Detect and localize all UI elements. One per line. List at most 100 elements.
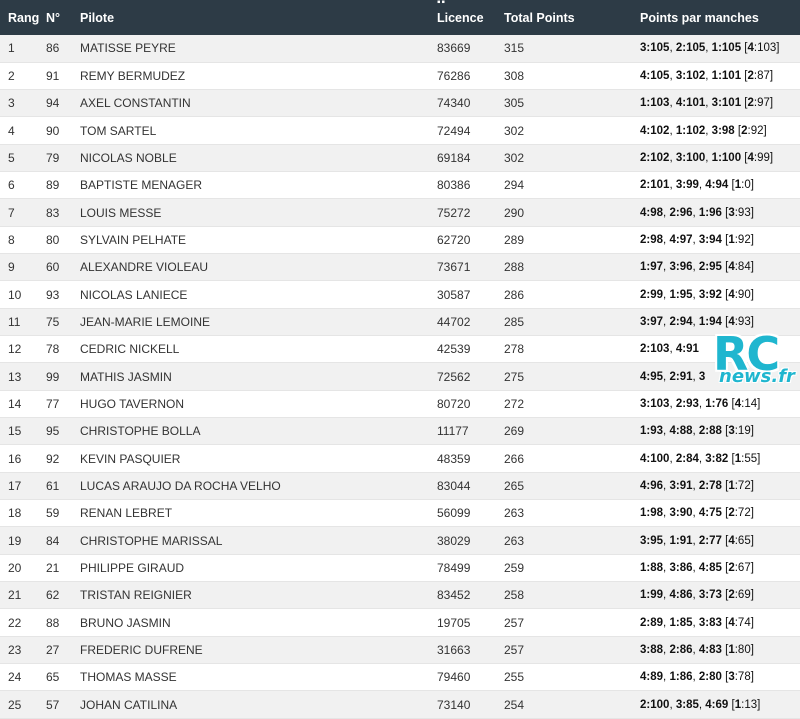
cell-total-points: 288 — [496, 253, 632, 282]
heat-score: 4:91 — [675, 343, 699, 356]
cell-heat-points: 3:105, 2:105, 1:105 [4:103] — [632, 35, 800, 63]
heat-score: 1:88 — [640, 561, 664, 574]
cell-total-points: 285 — [496, 308, 632, 337]
table-row: 3 94 AXEL CONSTANTIN 74340 305 1:103, 4:101, … — [0, 89, 800, 118]
cell-total-points: 257 — [496, 636, 632, 665]
cell-rank: 23 — [0, 636, 38, 665]
heat-score: 2:93 — [675, 397, 699, 410]
cell-heat-points: 4:105, 3:102, 1:101 [2:87] — [632, 62, 800, 91]
cell-rank: 18 — [0, 499, 38, 528]
cell-number: 80 — [38, 226, 72, 255]
cell-license: 56099 — [429, 499, 496, 528]
header-rank[interactable]: Rang — [0, 0, 39, 35]
heat-score: 3:99 — [675, 179, 699, 192]
dropped-heat-score: [1:55] — [728, 452, 761, 465]
heat-score-partial: 3 — [698, 370, 706, 383]
cell-number: 78 — [38, 335, 72, 364]
cell-number: 21 — [38, 554, 72, 583]
dropped-heat-score: [2:69] — [721, 589, 754, 602]
heat-score: 4:100 — [640, 452, 670, 465]
heat-score: 3:98 — [711, 124, 735, 137]
table-row: 25 57 JOHAN CATILINA 73140 254 2:100, 3:85, 4… — [0, 690, 800, 719]
table-row: 11 75 JEAN-MARIE LEMOINE 44702 285 3:97, 2:94… — [0, 308, 800, 337]
cell-number: 95 — [38, 417, 72, 446]
cell-pilot: LOUIS MESSE — [72, 198, 429, 227]
heat-score: 3:92 — [698, 288, 722, 301]
cell-pilot: SYLVAIN PELHATE — [72, 226, 429, 255]
heat-score: 2:99 — [640, 288, 664, 301]
cell-license: 62720 — [429, 226, 496, 255]
heat-score: 3:94 — [698, 233, 722, 246]
cell-total-points: 265 — [496, 472, 632, 501]
header-heat-points[interactable]: Points par manches — [632, 0, 800, 35]
cell-heat-points: 3:97, 2:94, 1:94 [4:93] — [632, 308, 800, 337]
dropped-heat-score: [4:65] — [721, 534, 754, 547]
heat-score: 3:82 — [705, 452, 729, 465]
heat-score: 3:100 — [675, 151, 706, 164]
cell-heat-points: 1:97, 3:96, 2:95 [4:84] — [632, 253, 800, 282]
table-row: 9 60 ALEXANDRE VIOLEAU 73671 288 1:97, 3:96, … — [0, 253, 800, 282]
dropped-heat-score: [4:90] — [721, 288, 754, 301]
table-row: 19 84 CHRISTOPHE MARISSAL 38029 263 3:95, 1:9… — [0, 526, 800, 555]
cell-number: 75 — [38, 308, 72, 337]
heat-score: 4:69 — [705, 698, 729, 711]
cell-rank: 16 — [0, 444, 38, 473]
cell-number: 86 — [38, 35, 72, 63]
cell-license: 73140 — [429, 690, 496, 719]
cell-license: 19705 — [429, 608, 496, 637]
cell-total-points: 272 — [496, 390, 632, 419]
cell-heat-points: 1:98, 3:90, 4:75 [2:72] — [632, 499, 800, 528]
header-pilot[interactable]: Pilote — [72, 0, 429, 35]
cell-heat-points: 3:95, 1:91, 2:77 [4:65] — [632, 526, 800, 555]
cell-number: 79 — [38, 144, 72, 173]
cell-number: 77 — [38, 390, 72, 419]
cell-license: 44702 — [429, 308, 496, 337]
dropped-heat-score: [4:93] — [721, 315, 754, 328]
heat-score: 4:95 — [640, 370, 664, 383]
heat-score: 2:88 — [698, 425, 722, 438]
table-row: 16 92 KEVIN PASQUIER 48359 266 4:100, 2:84, 3… — [0, 444, 800, 473]
cell-pilot: NICOLAS LANIECE — [72, 280, 429, 309]
cell-pilot: CHRISTOPHE BOLLA — [72, 417, 429, 446]
cell-rank: 11 — [0, 308, 38, 337]
table-row: 7 83 LOUIS MESSE 75272 290 4:98, 2:96, 1:96 [… — [0, 198, 800, 227]
header-license[interactable]: ▪▪ Licence — [429, 0, 496, 35]
table-row: 15 95 CHRISTOPHE BOLLA 11177 269 1:93, 4:88, … — [0, 417, 800, 446]
cell-pilot: RENAN LEBRET — [72, 499, 429, 528]
heat-score: 3:86 — [669, 561, 693, 574]
cell-total-points: 286 — [496, 280, 632, 309]
cell-heat-points: 2:101, 3:99, 4:94 [1:0] — [632, 171, 800, 200]
header-license-label: Licence — [437, 10, 484, 25]
heat-score: 2:105 — [675, 42, 706, 55]
cell-pilot: TOM SARTEL — [72, 116, 429, 145]
cell-rank: 10 — [0, 280, 38, 309]
table-row: 22 88 BRUNO JASMIN 19705 257 2:89, 1:85, 3:83… — [0, 608, 800, 637]
heat-score: 1:95 — [669, 288, 693, 301]
dropped-heat-score: [2:92] — [734, 124, 767, 137]
cell-license: 48359 — [429, 444, 496, 473]
cell-license: 78499 — [429, 554, 496, 583]
heat-score: 4:88 — [669, 425, 693, 438]
dropped-heat-score: [1:13] — [728, 698, 761, 711]
cell-pilot: MATHIS JASMIN — [72, 362, 429, 391]
heat-score: 1:85 — [669, 616, 693, 629]
dropped-heat-score: [1:0] — [728, 179, 754, 192]
cell-total-points: 290 — [496, 198, 632, 227]
cell-license: 83669 — [429, 35, 496, 63]
cell-total-points: 308 — [496, 62, 632, 91]
cell-rank: 15 — [0, 417, 38, 446]
cell-number: 94 — [38, 89, 72, 118]
cell-pilot: BRUNO JASMIN — [72, 608, 429, 637]
heat-score: 2:84 — [675, 452, 699, 465]
cell-rank: 20 — [0, 554, 38, 583]
dropped-heat-score: [4:103] — [741, 42, 780, 55]
dropped-heat-score: [2:87] — [741, 69, 774, 82]
heat-score: 1:93 — [640, 425, 664, 438]
dropped-heat-score: [4:14] — [728, 397, 761, 410]
heat-score: 2:77 — [698, 534, 722, 547]
cell-total-points: 302 — [496, 116, 632, 145]
header-total-points[interactable]: Total Points — [496, 0, 632, 35]
header-number[interactable]: N° — [38, 0, 72, 35]
table-header-row: Rang N° Pilote ▪▪ Licence Total Points Po… — [0, 0, 800, 35]
heat-score: 3:103 — [640, 397, 670, 410]
